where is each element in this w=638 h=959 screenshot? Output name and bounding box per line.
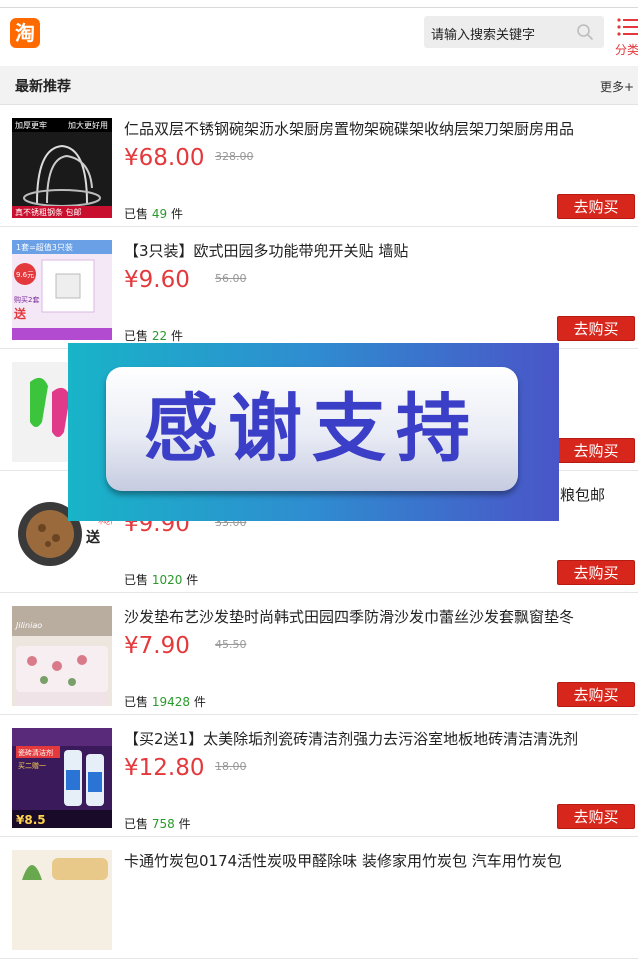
- search-icon[interactable]: [576, 23, 594, 41]
- product-title[interactable]: 粮包邮: [560, 484, 634, 505]
- product-item[interactable]: Jiliniao 沙发垫布艺沙发垫时尚韩式田园四季防滑沙发巾蕾丝沙发套飘窗垫冬 …: [0, 593, 638, 715]
- sold-number: 1020: [151, 573, 183, 587]
- thumb-caption: 加大更好用: [68, 120, 108, 130]
- product-item[interactable]: 卡通竹炭包0174活性炭吸甲醛除味 装修家用竹炭包 汽车用竹炭包: [0, 837, 638, 959]
- product-price: ¥9.60: [124, 267, 190, 293]
- product-image[interactable]: [12, 850, 112, 950]
- product-image[interactable]: Jiliniao: [12, 606, 112, 706]
- product-title[interactable]: 【3只装】欧式田园多功能带兜开关贴 墙贴: [124, 240, 634, 261]
- header: 淘 请输入搜索关键字 分类: [0, 8, 638, 66]
- taobao-logo[interactable]: 淘: [10, 18, 40, 48]
- thumb-caption: Jiliniao: [14, 621, 42, 630]
- product-price: ¥12.80: [124, 755, 205, 781]
- buy-button[interactable]: 去购买: [557, 560, 635, 585]
- product-item[interactable]: 加厚更牢 加大更好用 真不锈粗钢条 包邮 仁品双层不锈钢碗架沥水架厨房置物架碗碟…: [0, 105, 638, 227]
- sold-count: 已售 1020 件: [124, 571, 198, 588]
- product-image[interactable]: 加厚更牢 加大更好用 真不锈粗钢条 包邮: [12, 118, 112, 218]
- product-title[interactable]: 沙发垫布艺沙发垫时尚韩式田园四季防滑沙发巾蕾丝沙发套飘窗垫冬: [124, 606, 634, 627]
- thumb-caption: 送: [13, 306, 27, 321]
- search-input[interactable]: 请输入搜索关键字: [431, 24, 535, 43]
- product-image[interactable]: 1套=超值3只装 9.6元 购买2套 送: [12, 240, 112, 340]
- sold-unit: 件: [186, 573, 199, 587]
- buy-button[interactable]: 去购买: [557, 804, 635, 829]
- thanks-banner[interactable]: 感谢支持: [68, 343, 559, 521]
- sold-unit: 件: [178, 817, 191, 831]
- thumb-caption: 9.6元: [16, 271, 34, 279]
- section-header: 最新推荐 更多+: [0, 66, 638, 105]
- sold-number: 49: [151, 207, 168, 221]
- sold-count: 已售 49 件: [124, 205, 183, 222]
- section-title: 最新推荐: [15, 79, 71, 95]
- sold-number: 758: [151, 817, 175, 831]
- product-price: ¥68.00: [124, 145, 205, 171]
- thanks-banner-card: 感谢支持: [106, 367, 518, 491]
- menu-list-icon: [617, 18, 638, 36]
- buy-button[interactable]: 去购买: [557, 682, 635, 707]
- sold-unit: 件: [170, 207, 183, 221]
- product-price: ¥7.90: [124, 633, 190, 659]
- original-price: 18.00: [215, 760, 247, 773]
- product-item[interactable]: 1套=超值3只装 9.6元 购买2套 送 【3只装】欧式田园多功能带兜开关贴 墙…: [0, 227, 638, 349]
- sold-label: 已售: [124, 573, 149, 587]
- thumb-caption: 1套=超值3只装: [16, 242, 73, 252]
- thumb-caption: 加厚更牢: [15, 120, 47, 130]
- thumb-caption: 送: [85, 529, 101, 546]
- sold-unit: 件: [170, 329, 183, 343]
- thumb-caption: 买二赠一: [18, 761, 46, 770]
- top-border: [0, 0, 638, 8]
- buy-button[interactable]: 去购买: [557, 316, 635, 341]
- thumb-caption: 购买2套: [14, 295, 39, 304]
- buy-button[interactable]: 去购买: [557, 194, 635, 219]
- sold-unit: 件: [193, 695, 206, 709]
- buy-button[interactable]: 去购买: [557, 438, 635, 463]
- sold-label: 已售: [124, 695, 149, 709]
- sold-number: 22: [151, 329, 168, 343]
- product-list: 加厚更牢 加大更好用 真不锈粗钢条 包邮 仁品双层不锈钢碗架沥水架厨房置物架碗碟…: [0, 105, 638, 959]
- sold-count: 已售 19428 件: [124, 693, 206, 710]
- sold-label: 已售: [124, 329, 149, 343]
- original-price: 328.00: [215, 150, 254, 163]
- original-price: 56.00: [215, 272, 247, 285]
- product-title[interactable]: 卡通竹炭包0174活性炭吸甲醛除味 装修家用竹炭包 汽车用竹炭包: [124, 850, 634, 871]
- sold-number: 19428: [151, 695, 191, 709]
- thumb-caption: ¥8.5: [16, 813, 46, 827]
- thumb-caption: 瓷砖清洁剂: [18, 748, 53, 757]
- product-title[interactable]: 仁品双层不锈钢碗架沥水架厨房置物架碗碟架收纳层架刀架厨房用品: [124, 118, 634, 139]
- category-button[interactable]: 分类: [611, 16, 638, 62]
- product-item[interactable]: 瓷砖清洁剂 买二赠一 ¥8.5 【买2送1】太美除垢剂瓷砖清洁剂强力去污浴室地板…: [0, 715, 638, 837]
- sold-label: 已售: [124, 817, 149, 831]
- thumb-caption: 真不锈粗钢条 包邮: [15, 207, 82, 217]
- category-label: 分类: [615, 43, 638, 57]
- thanks-text: 感谢支持: [144, 386, 480, 472]
- sold-count: 已售 22 件: [124, 327, 183, 344]
- sold-label: 已售: [124, 207, 149, 221]
- product-image[interactable]: 瓷砖清洁剂 买二赠一 ¥8.5: [12, 728, 112, 828]
- product-title[interactable]: 【买2送1】太美除垢剂瓷砖清洁剂强力去污浴室地板地砖清洁清洗剂: [124, 728, 634, 749]
- sold-count: 已售 758 件: [124, 815, 191, 832]
- search-box[interactable]: 请输入搜索关键字: [424, 16, 604, 48]
- more-link[interactable]: 更多+: [600, 78, 634, 95]
- original-price: 45.50: [215, 638, 247, 651]
